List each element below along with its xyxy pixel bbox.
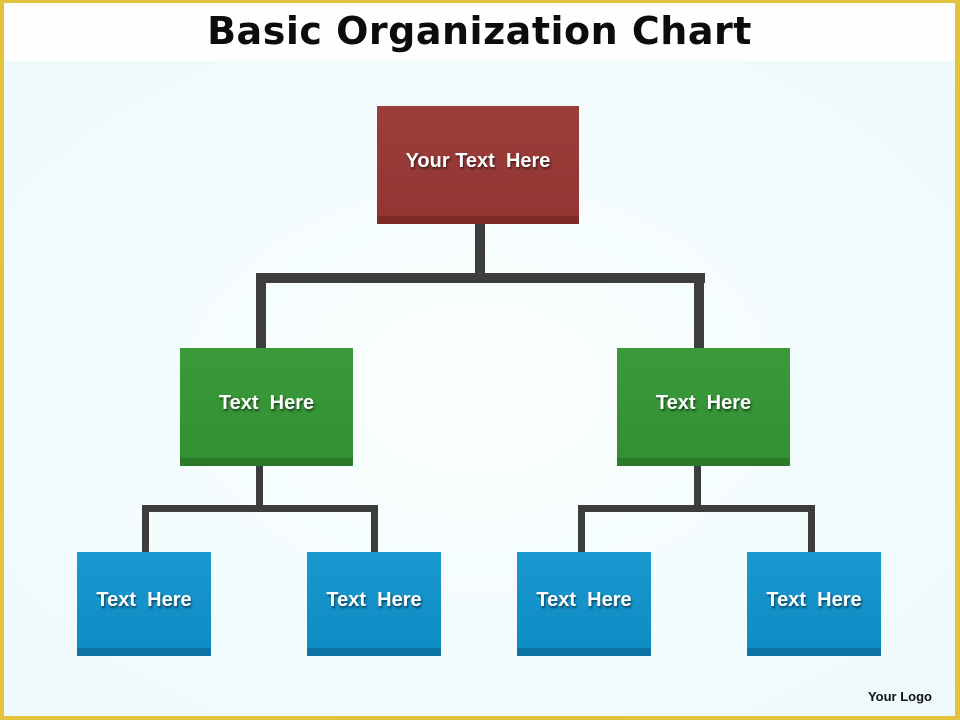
org-node-staff-2[interactable]: Text Here (307, 552, 441, 656)
chart-title: Basic Organization Chart (207, 9, 752, 53)
org-node-label: Text Here (536, 588, 632, 611)
title-band: Basic Organization Chart (4, 3, 955, 61)
connector-to-right-manager (694, 273, 704, 350)
org-node-root-label: Your Text Here (405, 149, 551, 172)
connector-right-stem (694, 465, 701, 508)
org-node-root[interactable]: Your Text Here (377, 106, 579, 224)
org-node-staff-4[interactable]: Text Here (747, 552, 881, 656)
org-node-label: Text Here (766, 588, 862, 611)
logo-placeholder: Your Logo (867, 689, 932, 704)
connector-right-child-1 (578, 505, 585, 554)
org-node-label: Text Here (218, 391, 315, 414)
org-node-staff-1[interactable]: Text Here (77, 552, 211, 656)
connector-root-stem (475, 222, 485, 278)
connector-root-bar (256, 273, 705, 283)
org-node-label: Text Here (326, 588, 422, 611)
connector-right-child-2 (808, 505, 815, 554)
connector-left-stem (256, 465, 263, 508)
connector-left-child-1 (142, 505, 149, 554)
org-node-manager-right[interactable]: Text Here (617, 348, 790, 466)
org-node-staff-3[interactable]: Text Here (517, 552, 651, 656)
connector-to-left-manager (256, 273, 266, 350)
org-node-label: Text Here (655, 391, 752, 414)
connector-left-child-2 (371, 505, 378, 554)
connector-right-bar (578, 505, 815, 512)
connector-left-bar (142, 505, 378, 512)
org-node-manager-left[interactable]: Text Here (180, 348, 353, 466)
org-node-label: Text Here (96, 588, 192, 611)
